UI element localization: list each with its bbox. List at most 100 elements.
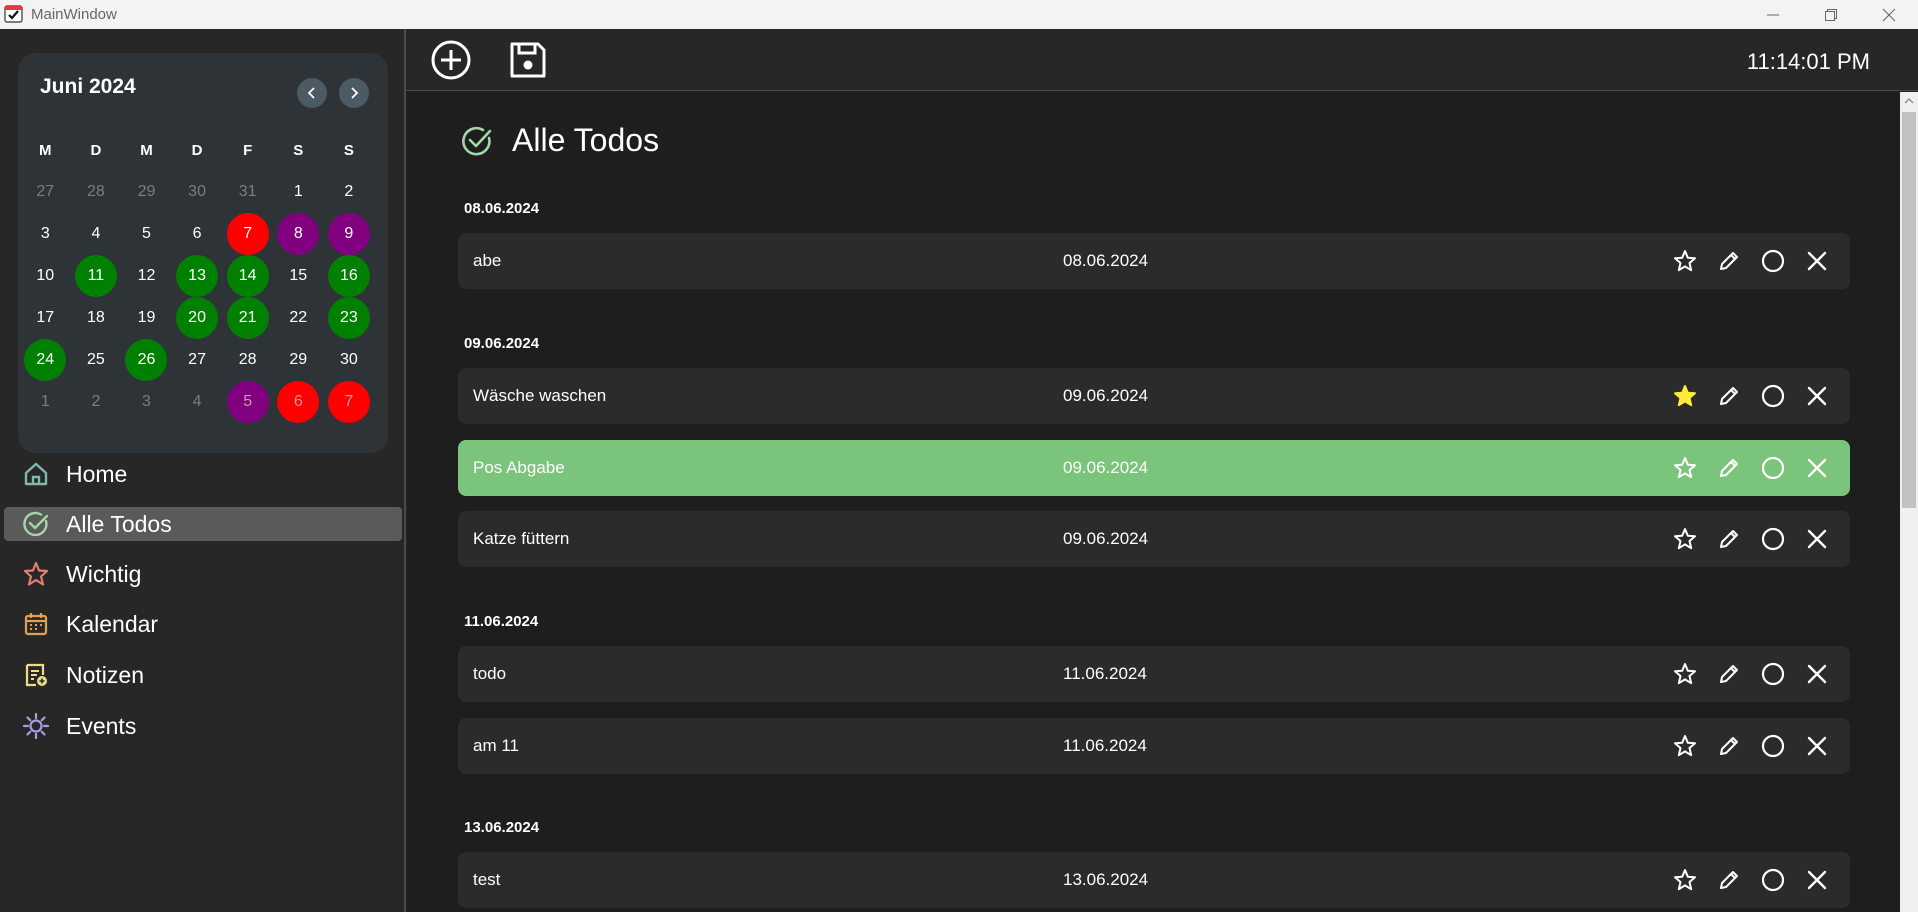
edit-button[interactable] [1714, 659, 1744, 689]
calendar-day[interactable]: 18 [71, 297, 122, 339]
calendar-day[interactable]: 1 [273, 171, 324, 213]
calendar-day[interactable]: 3 [121, 381, 172, 423]
save-button[interactable] [506, 38, 550, 82]
calendar-day[interactable]: 5 [222, 381, 273, 423]
calendar-next-button[interactable] [339, 78, 369, 108]
delete-button[interactable] [1802, 731, 1832, 761]
edit-button[interactable] [1714, 453, 1744, 483]
calendar-day[interactable]: 14 [222, 255, 273, 297]
todo-row[interactable]: am 11 11.06.2024 [458, 718, 1850, 774]
calendar-day[interactable]: 4 [71, 213, 122, 255]
delete-button[interactable] [1802, 865, 1832, 895]
delete-button[interactable] [1802, 381, 1832, 411]
calendar-day[interactable]: 21 [222, 297, 273, 339]
calendar-day-number: 3 [40, 225, 50, 242]
calendar-day[interactable]: 29 [273, 339, 324, 381]
star-button[interactable] [1670, 246, 1700, 276]
calendar-day[interactable]: 26 [121, 339, 172, 381]
calendar-day[interactable]: 7 [324, 381, 375, 423]
calendar-day[interactable]: 4 [172, 381, 223, 423]
calendar-day[interactable]: 9 [324, 213, 375, 255]
calendar-day[interactable]: 28 [222, 339, 273, 381]
sidebar-item-home[interactable]: Home [4, 457, 402, 491]
sidebar-item-kalendar[interactable]: Kalendar [4, 607, 402, 641]
calendar-day[interactable]: 6 [273, 381, 324, 423]
calendar-day[interactable]: 8 [273, 213, 324, 255]
todo-row[interactable]: todo 11.06.2024 [458, 646, 1850, 702]
todo-row[interactable]: Wäsche waschen 09.06.2024 [458, 368, 1850, 424]
calendar-day-number: 5 [142, 225, 151, 242]
calendar-day[interactable]: 12 [121, 255, 172, 297]
complete-button[interactable] [1758, 865, 1788, 895]
calendar-day[interactable]: 1 [20, 381, 71, 423]
calendar-day[interactable]: 17 [20, 297, 71, 339]
star-button[interactable] [1670, 865, 1700, 895]
star-button[interactable] [1670, 731, 1700, 761]
calendar-day[interactable]: 24 [20, 339, 71, 381]
calendar-day[interactable]: 30 [324, 339, 375, 381]
todo-row[interactable]: Pos Abgabe 09.06.2024 [458, 440, 1850, 496]
edit-button[interactable] [1714, 524, 1744, 554]
complete-button[interactable] [1758, 453, 1788, 483]
complete-button[interactable] [1758, 524, 1788, 554]
calendar-day[interactable]: 3 [20, 213, 71, 255]
calendar-day[interactable]: 13 [172, 255, 223, 297]
complete-button[interactable] [1758, 731, 1788, 761]
calendar-day[interactable]: 30 [172, 171, 223, 213]
delete-button[interactable] [1802, 659, 1832, 689]
edit-button[interactable] [1714, 865, 1744, 895]
delete-button[interactable] [1802, 246, 1832, 276]
calendar-day[interactable]: 27 [172, 339, 223, 381]
calendar-day[interactable]: 31 [222, 171, 273, 213]
weekday-header: M [140, 141, 153, 159]
sidebar-item-label: Alle Todos [66, 510, 172, 537]
calendar-day[interactable]: 10 [20, 255, 71, 297]
complete-button[interactable] [1758, 381, 1788, 411]
calendar-day[interactable]: 15 [273, 255, 324, 297]
delete-button[interactable] [1802, 453, 1832, 483]
complete-button[interactable] [1758, 246, 1788, 276]
calendar-day[interactable]: 6 [172, 213, 223, 255]
todo-row[interactable]: test 13.06.2024 [458, 852, 1850, 908]
sidebar-item-notizen[interactable]: Notizen [4, 658, 402, 692]
calendar-day[interactable]: 19 [121, 297, 172, 339]
sidebar-item-alle-todos[interactable]: Alle Todos [4, 507, 402, 541]
star-button[interactable] [1670, 453, 1700, 483]
todo-row[interactable]: Katze füttern 09.06.2024 [458, 511, 1850, 567]
calendar-day[interactable]: 2 [324, 171, 375, 213]
restore-button[interactable] [1802, 0, 1860, 29]
star-button[interactable] [1670, 381, 1700, 411]
calendar-day[interactable]: 2 [71, 381, 122, 423]
calendar-day[interactable]: 20 [172, 297, 223, 339]
calendar-day[interactable]: 22 [273, 297, 324, 339]
calendar-day[interactable]: 11 [71, 255, 122, 297]
calendar-day[interactable]: 7 [222, 213, 273, 255]
todo-row[interactable]: abe 08.06.2024 [458, 233, 1850, 289]
edit-button[interactable] [1714, 381, 1744, 411]
edit-button[interactable] [1714, 731, 1744, 761]
minimize-button[interactable] [1744, 0, 1802, 29]
star-button[interactable] [1670, 659, 1700, 689]
calendar-day[interactable]: 27 [20, 171, 71, 213]
scrollbar-thumb[interactable] [1902, 112, 1916, 508]
scrollbar[interactable] [1900, 92, 1918, 912]
calendar-day[interactable]: 5 [121, 213, 172, 255]
scroll-up-button[interactable] [1900, 92, 1918, 110]
scroll-up-icon [1904, 98, 1914, 104]
calendar-day[interactable]: 29 [121, 171, 172, 213]
calendar-day[interactable]: 16 [324, 255, 375, 297]
add-todo-button[interactable] [429, 38, 473, 82]
calendar-prev-button[interactable] [297, 78, 327, 108]
edit-button[interactable] [1714, 246, 1744, 276]
calendar-day[interactable]: 28 [71, 171, 122, 213]
star-button[interactable] [1670, 524, 1700, 554]
delete-button[interactable] [1802, 524, 1832, 554]
calendar-day-number: 9 [327, 213, 370, 255]
close-window-button[interactable] [1860, 0, 1918, 29]
toolbar: 11:14:01 PM [406, 29, 1918, 91]
calendar-day[interactable]: 25 [71, 339, 122, 381]
complete-button[interactable] [1758, 659, 1788, 689]
sidebar-item-events[interactable]: Events [4, 709, 402, 743]
calendar-day[interactable]: 23 [324, 297, 375, 339]
sidebar-item-wichtig[interactable]: Wichtig [4, 557, 402, 591]
